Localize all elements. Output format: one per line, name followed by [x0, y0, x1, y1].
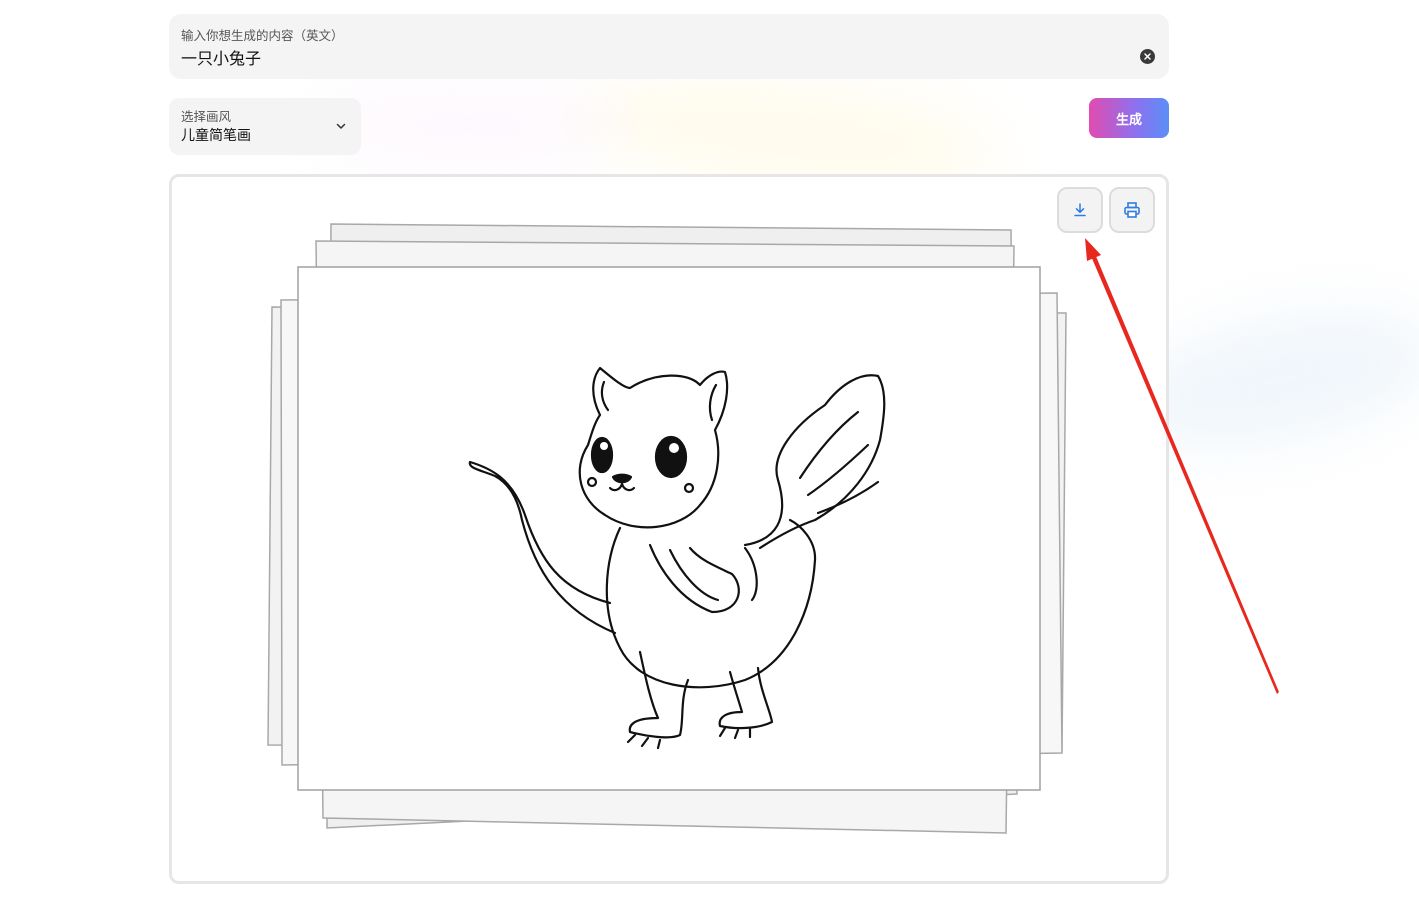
prompt-field[interactable]: 输入你想生成的内容（英文）	[169, 14, 1169, 79]
generate-button[interactable]: 生成	[1089, 98, 1169, 138]
style-select-value: 儿童简笔画	[181, 128, 251, 144]
background-glow	[320, 90, 620, 160]
prompt-label: 输入你想生成的内容（英文）	[181, 28, 344, 43]
paper-stack	[267, 223, 1067, 834]
page: 输入你想生成的内容（英文） 选择画风 儿童简笔画 生成	[0, 0, 1419, 907]
download-button[interactable]	[1057, 187, 1103, 233]
result-panel	[169, 174, 1169, 884]
style-select[interactable]: 选择画风 儿童简笔画	[169, 98, 361, 155]
print-button[interactable]	[1109, 187, 1155, 233]
style-select-label: 选择画风	[181, 109, 232, 124]
chevron-down-icon	[336, 123, 346, 129]
printer-icon	[1124, 202, 1140, 218]
download-icon	[1074, 203, 1086, 217]
close-icon[interactable]	[1140, 49, 1155, 64]
prompt-input[interactable]	[181, 45, 1121, 69]
